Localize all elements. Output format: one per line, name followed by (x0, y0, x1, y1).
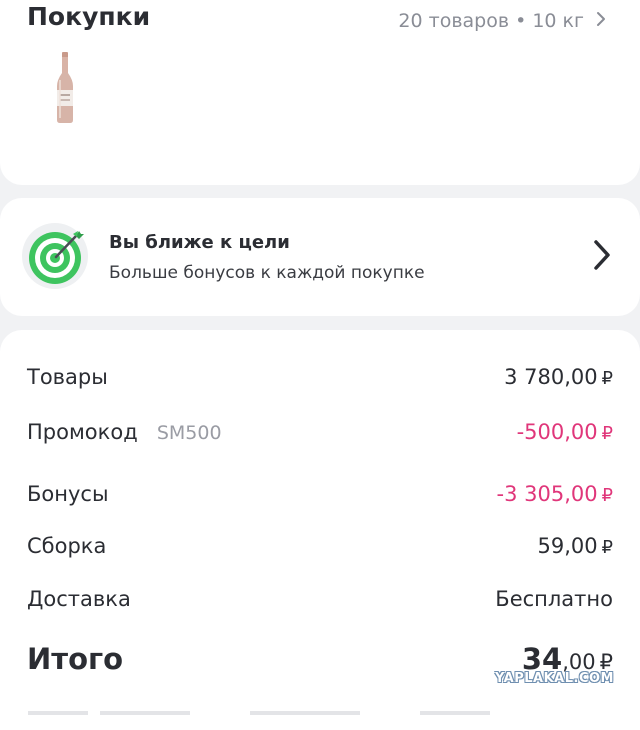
promo-label: Промокод (27, 420, 138, 444)
goal-card[interactable] (0, 198, 640, 316)
purchases-summary-text: 20 товаров • 10 кг (398, 10, 584, 32)
promo-label-group: Промокод SM500 (27, 420, 222, 444)
assembly-row: Сборка 59,00 ₽ (27, 534, 613, 558)
promo-row: Промокод SM500 -500,00 ₽ (27, 420, 613, 444)
delivery-label: Доставка (27, 587, 131, 611)
bonus-row: Бонусы -3 305,00 ₽ (27, 482, 613, 506)
bonus-value: -3 305,00 ₽ (496, 482, 613, 506)
goal-subtitle: Больше бонусов к каждой покупке (109, 263, 425, 283)
goods-value: 3 780,00 ₽ (504, 365, 613, 389)
partial-row-fragment (0, 700, 640, 715)
purchases-summary[interactable]: 20 товаров • 10 кг (398, 10, 606, 32)
beer-bottle-icon[interactable] (54, 52, 76, 124)
goods-row: Товары 3 780,00 ₽ (27, 365, 613, 389)
delivery-value: Бесплатно (495, 587, 613, 611)
assembly-label: Сборка (27, 534, 107, 558)
purchases-title: Покупки (27, 2, 151, 31)
goal-title: Вы ближе к цели (109, 232, 290, 253)
target-dart-icon (21, 222, 89, 290)
goods-label: Товары (27, 365, 108, 389)
promo-code: SM500 (156, 422, 222, 444)
bonus-label: Бонусы (27, 482, 109, 506)
delivery-row: Доставка Бесплатно (27, 587, 613, 611)
chevron-right-icon[interactable] (592, 238, 612, 272)
watermark: YAPLAKAL.COM (495, 671, 614, 686)
assembly-value: 59,00 ₽ (537, 534, 613, 558)
promo-value: -500,00 ₽ (516, 420, 613, 444)
chevron-right-icon (596, 11, 606, 32)
purchases-card[interactable]: Покупки 20 товаров • 10 кг (0, 0, 640, 185)
total-label: Итого (27, 642, 124, 676)
